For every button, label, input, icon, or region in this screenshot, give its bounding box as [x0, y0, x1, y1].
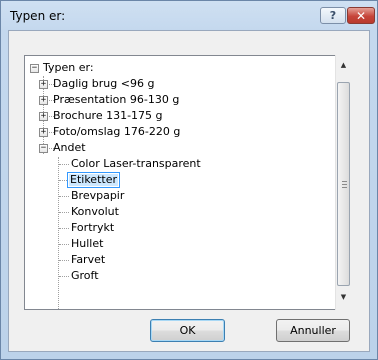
- close-button[interactable]: ✕: [347, 7, 375, 24]
- tree-line-child-7: [59, 260, 69, 261]
- cancel-button[interactable]: Annuller: [276, 319, 350, 342]
- tree-root-collapse-toggle[interactable]: −: [30, 64, 39, 73]
- tree-expand-toggle-foto-omslag[interactable]: +: [39, 128, 48, 137]
- grip-line: [342, 184, 347, 185]
- tree-item-label-selected: Etiketter: [67, 172, 120, 188]
- tree-item-label: Daglig brug <96 g: [53, 77, 155, 90]
- tree-expand-toggle-praesentation[interactable]: +: [39, 96, 48, 105]
- tree-expand-toggle-brochure[interactable]: +: [39, 112, 48, 121]
- tree-line-child-8: [59, 276, 69, 277]
- tree-item-label: Groft: [71, 269, 99, 282]
- scrollbar-thumb[interactable]: [337, 82, 350, 286]
- tree-item-label: Hullet: [71, 237, 104, 250]
- paper-type-tree[interactable]: − Typen er: + Daglig brug <96 g + Præsen…: [24, 55, 351, 310]
- tree-collapse-toggle-andet[interactable]: −: [39, 144, 48, 153]
- tree-expand-toggle-daglig-brug[interactable]: +: [39, 80, 48, 89]
- tree-line-child-1: [59, 164, 69, 165]
- scroll-up-arrow-icon[interactable]: ▲: [336, 57, 351, 73]
- close-icon: ✕: [355, 8, 367, 23]
- tree-item-label: Andet: [53, 141, 86, 154]
- tree-line-child-3: [59, 196, 69, 197]
- tree-item-label: Fortrykt: [71, 221, 115, 234]
- tree-item-label: Foto/omslag 176-220 g: [53, 125, 181, 138]
- window-title: Typen er:: [10, 9, 66, 23]
- scroll-down-arrow-icon[interactable]: ▼: [336, 289, 351, 305]
- tree-item-label: Konvolut: [71, 205, 119, 218]
- help-icon: ?: [329, 9, 337, 22]
- help-button[interactable]: ?: [320, 7, 346, 24]
- tree-vertical-scrollbar[interactable]: ▲ ▼: [335, 55, 351, 310]
- tree-item-label: Præsentation 96-130 g: [53, 93, 180, 106]
- grip-line: [342, 187, 347, 188]
- ok-button[interactable]: OK: [150, 319, 225, 342]
- tree-item-label: Color Laser-transparent: [71, 157, 201, 170]
- tree-item-label: Brochure 131-175 g: [53, 109, 163, 122]
- tree-line-child-4: [59, 212, 69, 213]
- tree-item-label: Farvet: [71, 253, 106, 266]
- tree-root-label: Typen er:: [43, 61, 94, 74]
- grip-line: [342, 181, 347, 182]
- tree-item-label: Brevpapir: [71, 189, 125, 202]
- tree-line-child-5: [59, 228, 69, 229]
- tree-line-child-6: [59, 244, 69, 245]
